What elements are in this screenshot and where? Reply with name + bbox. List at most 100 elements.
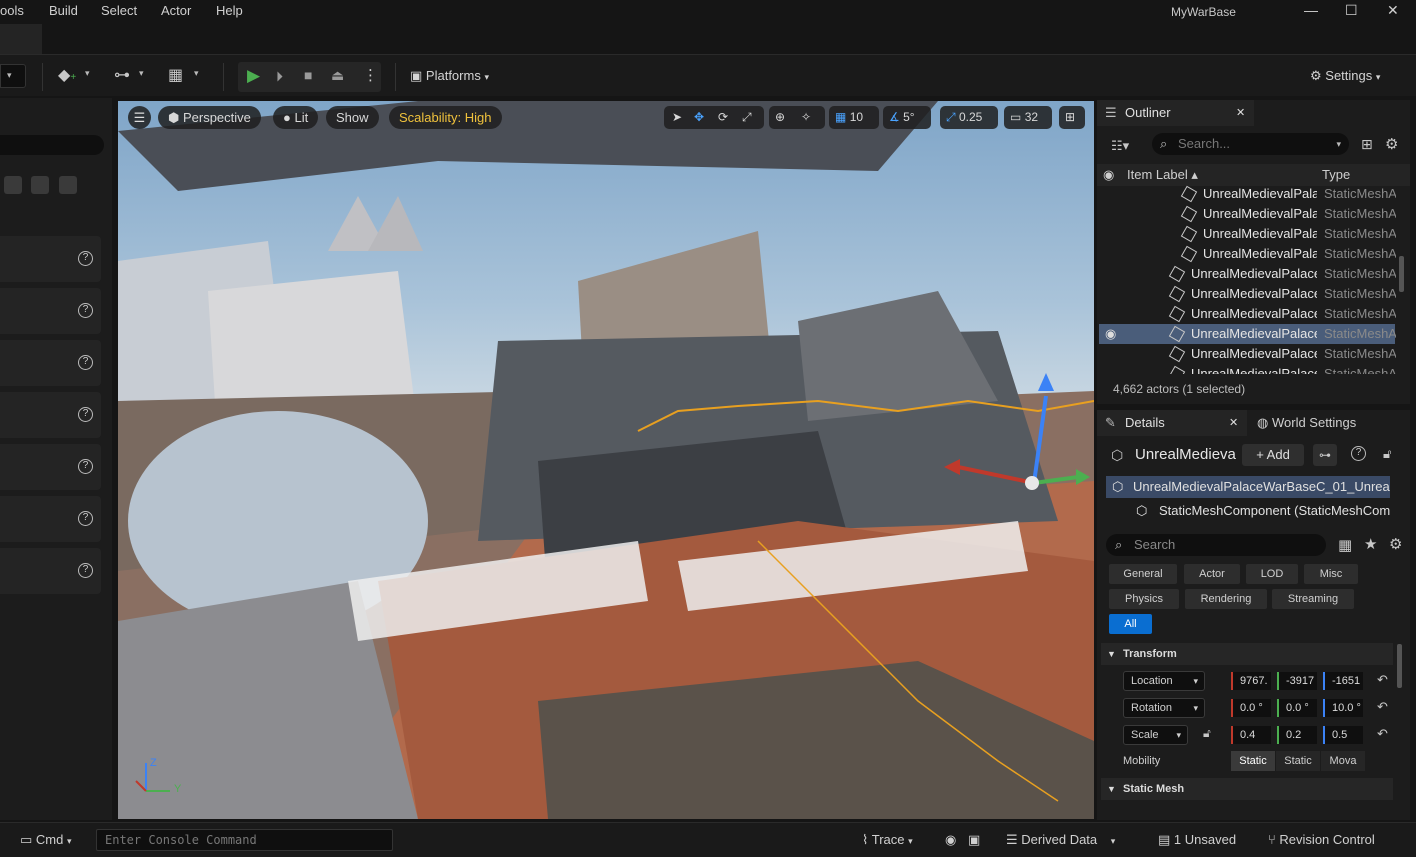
- cmd-dropdown[interactable]: ▭ Cmd ▾: [20, 832, 72, 848]
- details-tab[interactable]: ✎ Details ✕: [1097, 410, 1247, 436]
- gear-icon[interactable]: ⚙: [1385, 135, 1398, 153]
- select-tool-icon[interactable]: ➤: [672, 106, 682, 129]
- perspective-button[interactable]: ⬢ Perspective: [158, 106, 261, 129]
- mobility-movable[interactable]: Mova: [1321, 751, 1365, 771]
- show-button[interactable]: Show: [326, 106, 379, 129]
- location-dropdown[interactable]: Location ▾: [1123, 671, 1205, 691]
- left-category-row[interactable]: ?: [0, 548, 101, 594]
- mode-dropdown[interactable]: ▾: [0, 64, 26, 88]
- outliner-scrollbar[interactable]: [1399, 256, 1404, 292]
- maximize-button[interactable]: ☐: [1345, 2, 1358, 19]
- lock-icon[interactable]: 🔓︎: [1203, 726, 1211, 741]
- help-icon[interactable]: ?: [78, 459, 93, 474]
- scale-z[interactable]: 0.5: [1323, 726, 1363, 744]
- outliner-row[interactable]: UnrealMedievalPala StaticMeshA: [1099, 184, 1396, 204]
- star-icon[interactable]: ★: [1364, 535, 1377, 553]
- close-icon[interactable]: ✕: [1236, 100, 1245, 126]
- scale-y[interactable]: 0.2: [1277, 726, 1317, 744]
- filter-misc[interactable]: Misc: [1304, 564, 1358, 584]
- location-y[interactable]: -3917: [1277, 672, 1317, 690]
- chevron-down-icon[interactable]: ▾: [139, 68, 144, 79]
- step-icon[interactable]: ⏵: [276, 68, 283, 85]
- rotate-tool-icon[interactable]: ⟳: [718, 106, 728, 129]
- mode-icon[interactable]: [4, 176, 22, 194]
- location-x[interactable]: 9767.: [1231, 672, 1271, 690]
- actor-name[interactable]: UnrealMedieva: [1135, 446, 1236, 463]
- filter-streaming[interactable]: Streaming: [1272, 589, 1354, 609]
- outliner-search-input[interactable]: ⌕ Search... ▾: [1152, 133, 1349, 155]
- outliner-row[interactable]: UnrealMedievalPalace StaticMeshA: [1099, 304, 1396, 324]
- menu-select[interactable]: Select: [101, 3, 137, 18]
- item-label-column[interactable]: Item Label ▴: [1127, 167, 1198, 183]
- rotation-dropdown[interactable]: Rotation ▾: [1123, 698, 1205, 718]
- chevron-down-icon[interactable]: ▾: [85, 68, 90, 79]
- play-icon[interactable]: ▶: [247, 66, 260, 86]
- close-button[interactable]: ✕: [1387, 2, 1399, 19]
- filter-icon[interactable]: ☷▾: [1111, 138, 1129, 154]
- component-root[interactable]: ⬡ UnrealMedievalPalaceWarBaseC_01_Unreal: [1106, 476, 1390, 498]
- scale-x[interactable]: 0.4: [1231, 726, 1271, 744]
- table-view-icon[interactable]: ▦: [1338, 536, 1352, 554]
- platforms-button[interactable]: ▣ Platforms ▾: [410, 68, 489, 84]
- add-folder-icon[interactable]: ⊞: [1361, 136, 1373, 153]
- mode-icon[interactable]: [31, 176, 49, 194]
- world-settings-tab[interactable]: ◍ World Settings: [1257, 415, 1356, 431]
- move-tool-icon[interactable]: ✥: [694, 106, 704, 129]
- reset-icon[interactable]: ↶: [1377, 672, 1388, 688]
- outliner-row[interactable]: UnrealMedievalPalace StaticMeshA: [1099, 344, 1396, 364]
- help-icon[interactable]: ?: [78, 511, 93, 526]
- filter-lod[interactable]: LOD: [1246, 564, 1298, 584]
- visibility-icon[interactable]: ◉: [1103, 167, 1114, 183]
- rotation-y[interactable]: 0.0 °: [1277, 699, 1317, 717]
- rotation-z[interactable]: 10.0 °: [1323, 699, 1363, 717]
- stop-icon[interactable]: ■: [304, 67, 312, 83]
- layout-icon[interactable]: ⊞: [1059, 106, 1085, 129]
- details-search-input[interactable]: ⌕ Search: [1106, 534, 1326, 556]
- add-component-button[interactable]: + Add: [1242, 444, 1304, 466]
- scale-snap[interactable]: ⤢ 0.25: [940, 106, 998, 129]
- blueprint-icon[interactable]: ⊶: [114, 65, 130, 85]
- outliner-row[interactable]: ◉ UnrealMedievalPalace StaticMeshA: [1099, 324, 1396, 344]
- left-category-row[interactable]: ?: [0, 236, 101, 282]
- console-input[interactable]: Enter Console Command: [96, 829, 393, 851]
- scalability-button[interactable]: Scalability: High: [389, 106, 502, 129]
- help-icon[interactable]: ?: [78, 355, 93, 370]
- left-category-row[interactable]: ?: [0, 392, 101, 438]
- mobility-stationary[interactable]: Static: [1276, 751, 1320, 771]
- type-column[interactable]: Type: [1322, 167, 1350, 182]
- close-icon[interactable]: ✕: [1229, 410, 1238, 436]
- help-icon[interactable]: ?: [78, 251, 93, 266]
- scale-tool-icon[interactable]: ⤢: [742, 106, 752, 129]
- reset-icon[interactable]: ↶: [1377, 726, 1388, 742]
- component-child[interactable]: ⬡ StaticMeshComponent (StaticMeshCom: [1106, 500, 1390, 522]
- revision-control-button[interactable]: ⑂ Revision Control: [1268, 832, 1375, 847]
- camera-speed[interactable]: ▭ 32: [1004, 106, 1052, 129]
- visibility-icon[interactable]: ◉: [1105, 324, 1116, 344]
- surface-snap-icon[interactable]: ✧: [801, 106, 811, 129]
- unsaved-button[interactable]: ▤ 1 Unsaved: [1158, 832, 1236, 848]
- help-icon[interactable]: ?: [78, 563, 93, 578]
- mobility-static[interactable]: Static: [1231, 751, 1275, 771]
- transform-section[interactable]: ▼ Transform: [1101, 643, 1393, 665]
- derived-data-button[interactable]: ☰ Derived Data ▾: [1006, 832, 1115, 848]
- record-icon[interactable]: ◉: [945, 832, 956, 848]
- details-scrollbar[interactable]: [1397, 644, 1402, 688]
- screenshot-icon[interactable]: ▣: [968, 832, 980, 848]
- filter-general[interactable]: General: [1109, 564, 1177, 584]
- reset-icon[interactable]: ↶: [1377, 699, 1388, 715]
- menu-help[interactable]: Help: [216, 3, 243, 18]
- left-category-row[interactable]: ?: [0, 496, 101, 542]
- help-icon[interactable]: ?: [1351, 446, 1366, 461]
- outliner-row[interactable]: UnrealMedievalPala StaticMeshA: [1099, 244, 1396, 264]
- location-z[interactable]: -1651: [1323, 672, 1363, 690]
- lock-icon[interactable]: 🔓︎: [1383, 446, 1391, 462]
- level-viewport[interactable]: Z Y: [118, 101, 1094, 819]
- trace-button[interactable]: ⌇ Trace ▾: [862, 832, 913, 848]
- grid-snap[interactable]: ▦ 10: [829, 106, 879, 129]
- lit-button[interactable]: ● Lit: [273, 106, 319, 129]
- menu-actor[interactable]: Actor: [161, 3, 191, 18]
- eject-icon[interactable]: ⏏: [331, 67, 344, 84]
- viewport-menu-icon[interactable]: ☰: [128, 106, 151, 129]
- gear-icon[interactable]: ⚙: [1389, 535, 1402, 553]
- outliner-row[interactable]: UnrealMedievalPalace StaticMeshA: [1099, 364, 1396, 374]
